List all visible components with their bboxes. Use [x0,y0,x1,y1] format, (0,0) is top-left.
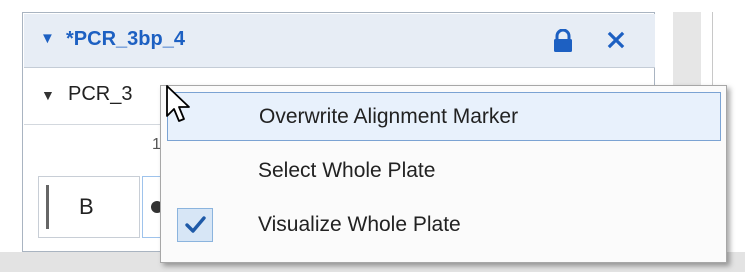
context-menu: Overwrite Alignment Marker Select Whole … [160,85,727,263]
menu-item-visualize-whole-plate[interactable]: Visualize Whole Plate [167,201,721,250]
caret-down-icon[interactable]: ▼ [41,86,55,104]
menu-item-select-whole-plate[interactable]: Select Whole Plate [167,147,721,196]
menu-item-overwrite-alignment-marker[interactable]: Overwrite Alignment Marker [167,92,721,141]
lock-icon[interactable] [552,29,574,53]
checkmark-icon [177,208,213,242]
plate-name: PCR_3 [68,83,133,105]
row-b-label: B [79,194,94,219]
caret-down-icon[interactable]: ▼ [40,30,58,48]
close-icon[interactable] [607,31,625,49]
row-b-marker [46,185,49,229]
menu-item-label: Overwrite Alignment Marker [259,105,519,128]
menu-item-label: Select Whole Plate [258,159,436,182]
row-b-button[interactable]: B [38,176,140,238]
panel-title: *PCR_3bp_4 [66,28,185,50]
menu-item-label: Visualize Whole Plate [258,213,461,236]
panel-header[interactable]: ▼ *PCR_3bp_4 [24,14,655,68]
mouse-pointer-icon [166,85,190,122]
partial-side-text [726,100,745,190]
